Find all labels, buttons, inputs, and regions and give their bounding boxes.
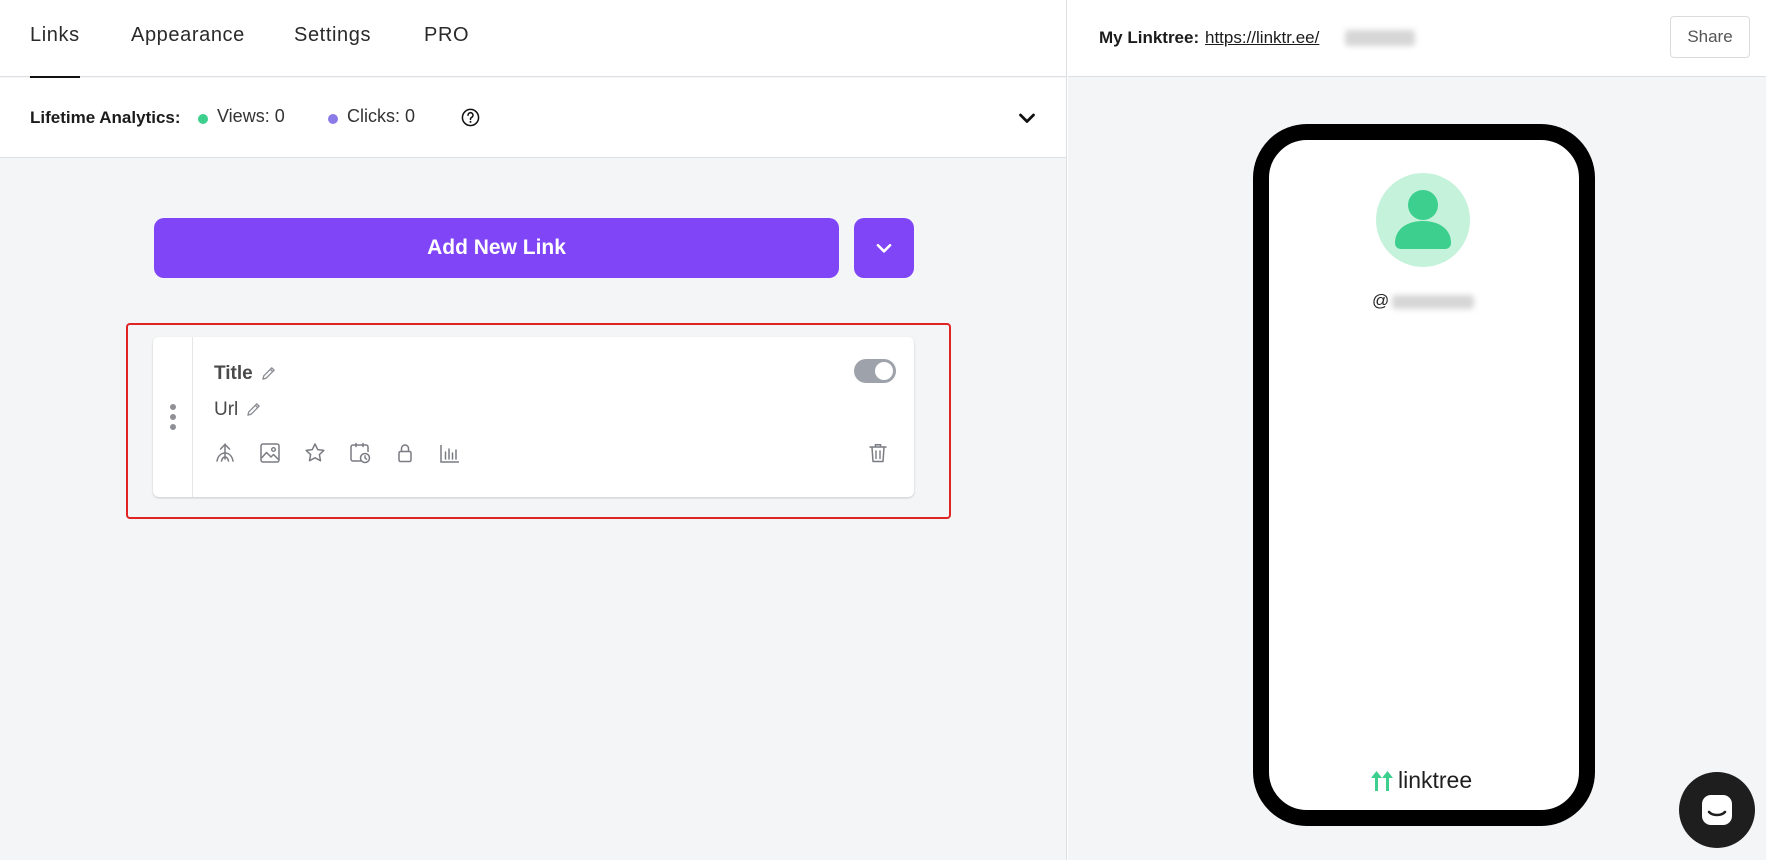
tab-pro[interactable]: PRO [424, 24, 469, 47]
lock-icon[interactable] [393, 441, 417, 465]
my-linktree-label: My Linktree: [1099, 28, 1200, 47]
analytics-label: Lifetime Analytics: [30, 108, 181, 127]
edit-url-pencil-icon[interactable] [246, 402, 261, 417]
linktree-brand-text: linktree [1398, 767, 1473, 793]
analytics-icon[interactable] [438, 441, 462, 465]
add-new-link-button[interactable]: Add New Link [154, 218, 839, 278]
analytics-bar: Lifetime Analytics: Views: 0 Clicks: 0 [0, 78, 1066, 158]
edit-title-pencil-icon[interactable] [261, 366, 276, 381]
preview-pane: My Linktree: https://linktr.ee/ Share @ … [1068, 0, 1766, 860]
tab-appearance[interactable]: Appearance [131, 24, 245, 47]
preview-header: My Linktree: https://linktr.ee/ Share [1068, 0, 1766, 77]
chat-bubble-icon [1702, 795, 1732, 825]
avatar [1376, 173, 1470, 267]
schedule-icon[interactable] [348, 441, 372, 465]
clicks-count: Clicks: 0 [347, 106, 416, 126]
redirect-icon[interactable] [213, 441, 237, 465]
image-icon[interactable] [258, 441, 282, 465]
star-icon[interactable] [303, 441, 327, 465]
blurred-profile-name [1392, 295, 1474, 309]
chevron-down-icon[interactable] [1017, 108, 1037, 128]
link-title[interactable]: Title [214, 363, 253, 385]
share-button[interactable]: Share [1670, 16, 1750, 58]
link-url[interactable]: Url [214, 399, 238, 421]
link-enabled-toggle[interactable] [854, 359, 896, 383]
chevron-down-icon [876, 243, 892, 253]
views-dot [198, 114, 208, 124]
add-link-options-button[interactable] [854, 218, 914, 278]
phone-preview: @ linktree [1253, 124, 1595, 826]
linktree-logo: linktree [1370, 767, 1472, 794]
views-count: Views: 0 [217, 106, 285, 126]
linktree-tree-icon [1371, 770, 1393, 791]
my-linktree-url[interactable]: https://linktr.ee/ [1205, 28, 1319, 48]
editor-pane: Links Appearance Settings PRO Lifetime A… [0, 0, 1067, 860]
link-card: Title Url [153, 337, 914, 497]
top-tabs: Links Appearance Settings PRO [0, 0, 1066, 78]
profile-username: @ [1372, 291, 1390, 310]
drag-handle[interactable] [153, 337, 193, 497]
clicks-dot [328, 114, 338, 124]
user-icon [1395, 190, 1451, 249]
tab-settings[interactable]: Settings [294, 24, 371, 47]
question-circle-icon[interactable] [461, 108, 480, 127]
blurred-username [1345, 30, 1415, 46]
trash-icon[interactable] [866, 441, 890, 465]
tab-links[interactable]: Links [30, 24, 80, 78]
chat-support-button[interactable] [1679, 772, 1755, 848]
